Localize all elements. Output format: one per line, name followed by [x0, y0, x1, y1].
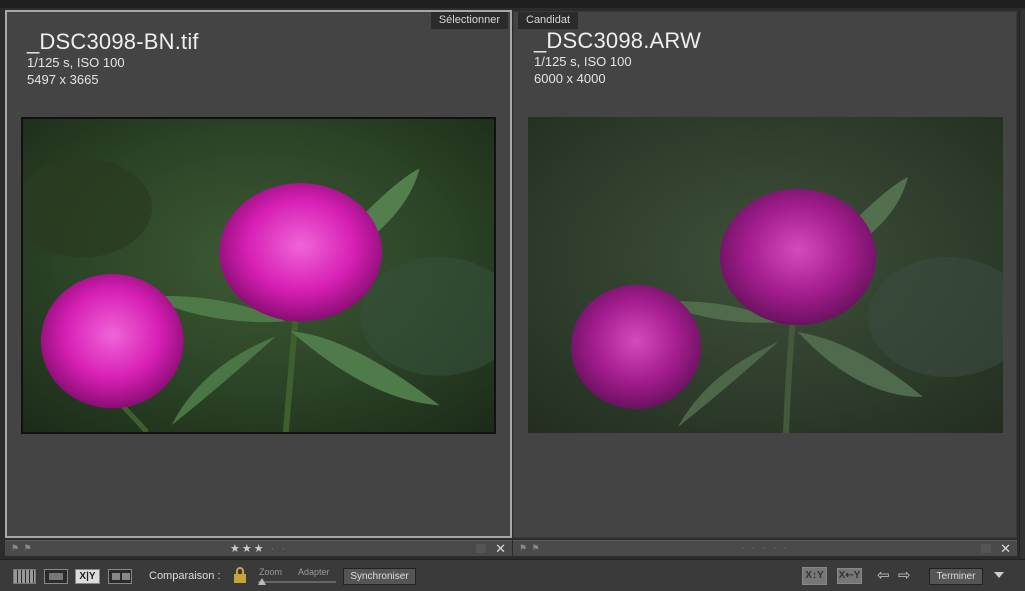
- survey-view-icon[interactable]: [108, 569, 132, 584]
- promote-icon[interactable]: X⇠Y: [837, 568, 862, 584]
- select-footer: ⚑ ⚑ ★★★ · · ✕: [5, 540, 512, 556]
- right-edge-strip: [1019, 10, 1025, 558]
- rating-stars[interactable]: · · · · ·: [741, 542, 790, 554]
- select-panel[interactable]: Sélectionner _DSC3098-BN.tif 1/125 s, IS…: [5, 10, 512, 538]
- compare-view-icon[interactable]: X|Y: [75, 569, 100, 584]
- grid-view-icon[interactable]: [13, 569, 36, 584]
- candidate-filename: _DSC3098.ARW: [534, 28, 702, 53]
- select-exposure: 1/125 s, ISO 100: [27, 55, 125, 70]
- top-strip: [0, 0, 1025, 8]
- compare-view: Sélectionner _DSC3098-BN.tif 1/125 s, IS…: [0, 0, 1025, 591]
- lock-icon[interactable]: [234, 567, 246, 583]
- rating-filled: ★★★: [229, 543, 266, 555]
- candidate-info: _DSC3098.ARW 1/125 s, ISO 100 6000 x 400…: [534, 29, 701, 87]
- swap-icon[interactable]: X↕Y: [802, 567, 827, 585]
- select-filename: _DSC3098-BN.tif: [27, 29, 199, 54]
- sync-button[interactable]: Synchroniser: [343, 568, 416, 585]
- done-button[interactable]: Terminer: [929, 568, 983, 585]
- flag-icon[interactable]: ⚑ ⚑: [519, 543, 541, 554]
- select-dimensions: 5497 x 3665: [27, 72, 99, 87]
- bottom-toolbar: X|Y Comparaison : Zoom Adapter Synchroni…: [0, 559, 1025, 591]
- zoom-slider-thumb[interactable]: [258, 578, 266, 585]
- clover-photo-right: [528, 117, 1003, 433]
- rating-empty: · ·: [270, 543, 288, 555]
- candidate-dimensions: 6000 x 4000: [534, 71, 606, 86]
- flag-icon[interactable]: ⚑ ⚑: [11, 543, 33, 554]
- chevron-down-icon[interactable]: [994, 572, 1004, 578]
- next-arrow-icon[interactable]: ⇨: [898, 566, 911, 584]
- close-icon[interactable]: ✕: [1000, 541, 1011, 557]
- select-tag: Sélectionner: [430, 12, 508, 29]
- color-label-icon[interactable]: [476, 544, 486, 553]
- close-icon[interactable]: ✕: [495, 541, 506, 557]
- rating-empty: · · · · ·: [740, 542, 790, 554]
- candidate-tag: Candidat: [518, 12, 579, 29]
- select-info: _DSC3098-BN.tif 1/125 s, ISO 100 5497 x …: [27, 30, 199, 88]
- loupe-view-icon[interactable]: [44, 569, 68, 584]
- candidate-footer: ⚑ ⚑ · · · · · ✕: [513, 540, 1017, 556]
- select-photo[interactable]: [21, 117, 496, 434]
- previous-arrow-icon[interactable]: ⇦: [877, 566, 890, 584]
- candidate-exposure: 1/125 s, ISO 100: [534, 54, 632, 69]
- candidate-photo[interactable]: [528, 117, 1003, 433]
- fit-label: Adapter: [298, 567, 330, 577]
- candidate-panel[interactable]: Candidat _DSC3098.ARW 1/125 s, ISO 100 6…: [513, 11, 1017, 538]
- color-label-icon[interactable]: [981, 544, 991, 553]
- rating-stars[interactable]: ★★★ · ·: [230, 542, 287, 555]
- zoom-slider[interactable]: [258, 578, 336, 585]
- clover-photo-left: [23, 119, 494, 432]
- zoom-label: Zoom: [259, 567, 283, 577]
- comparison-label: Comparaison :: [149, 570, 221, 582]
